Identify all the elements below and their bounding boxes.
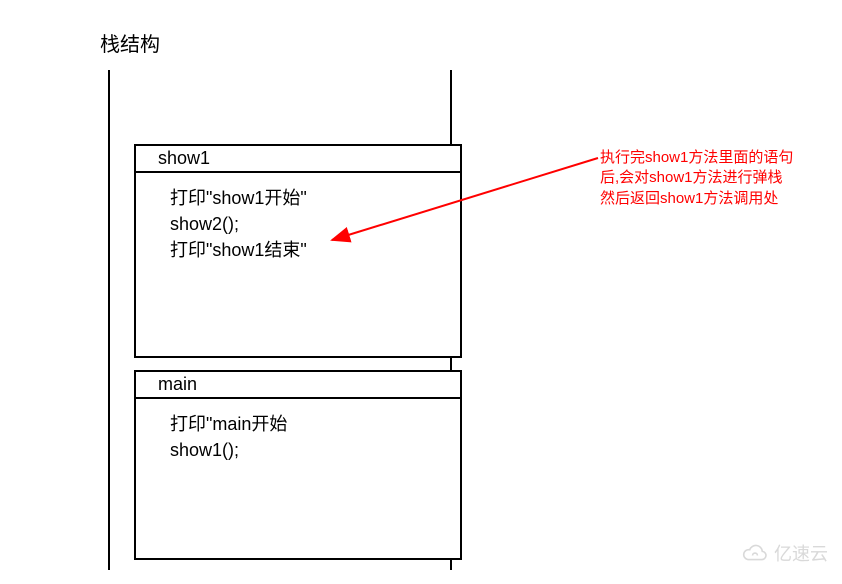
watermark: 亿速云 (742, 540, 828, 566)
frame-header: main (136, 372, 460, 399)
frame-header: show1 (136, 146, 460, 173)
annotation-text: 执行完show1方法里面的语句 后,会对show1方法进行弹栈 然后返回show… (600, 148, 820, 209)
watermark-text: 亿速云 (774, 540, 828, 566)
stack-frame-main: main 打印"main开始 show1(); (134, 370, 462, 560)
frame-body: 打印"show1开始" show2(); 打印"show1结束" (136, 173, 460, 263)
frame-body: 打印"main开始 show1(); (136, 399, 460, 463)
annotation-line: 然后返回show1方法调用处 (600, 189, 820, 209)
code-line: show2(); (170, 211, 460, 237)
stack-frame-show1: show1 打印"show1开始" show2(); 打印"show1结束" (134, 144, 462, 358)
annotation-line: 后,会对show1方法进行弹栈 (600, 168, 820, 188)
annotation-line: 执行完show1方法里面的语句 (600, 148, 820, 168)
code-line: 打印"show1开始" (170, 185, 460, 211)
code-line: 打印"show1结束" (170, 237, 460, 263)
code-line: show1(); (170, 437, 460, 463)
cloud-icon (742, 543, 768, 563)
stack-container: show1 打印"show1开始" show2(); 打印"show1结束" m… (108, 70, 452, 570)
code-line: 打印"main开始 (170, 411, 460, 437)
diagram-title: 栈结构 (100, 28, 160, 57)
